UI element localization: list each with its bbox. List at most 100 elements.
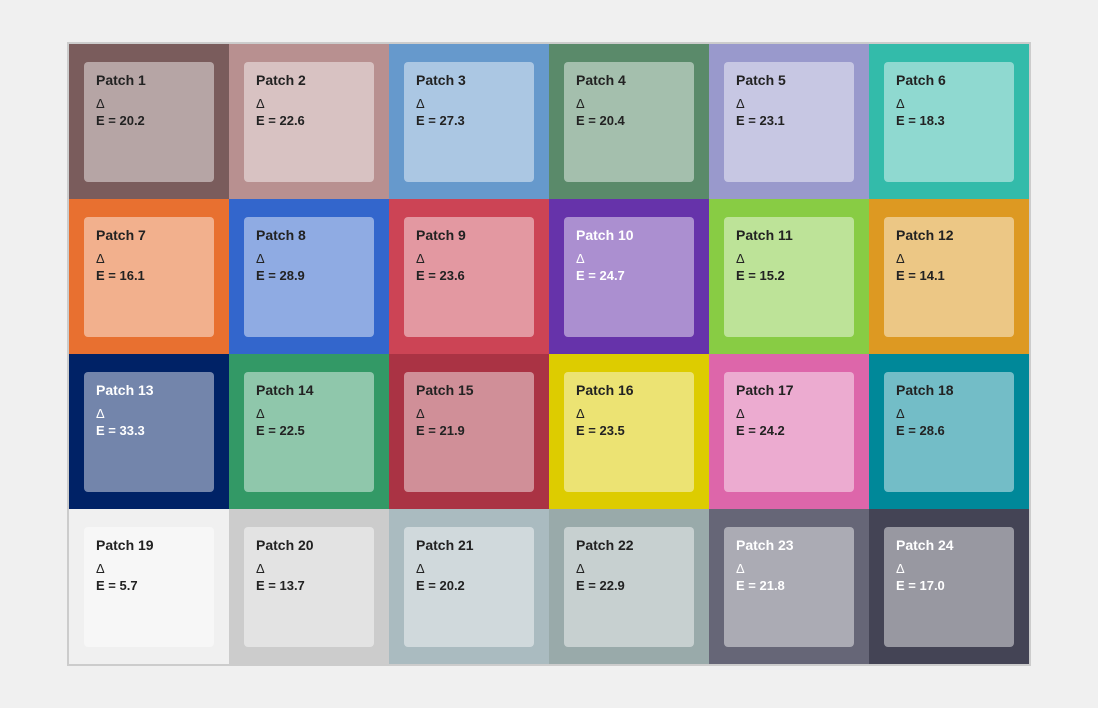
- patch-cell-10: Patch 10ΔE = 24.7: [549, 199, 709, 354]
- patch-card-13: Patch 13 Δ E = 33.3: [84, 372, 214, 492]
- patch-delta-2: Δ: [256, 96, 362, 111]
- patch-name-4: Patch 4: [576, 72, 682, 88]
- patch-name-13: Patch 13: [96, 382, 202, 398]
- patch-cell-13: Patch 13 Δ E = 33.3: [69, 354, 229, 509]
- patch-delta-14: Δ: [256, 406, 362, 421]
- patch-cell-2: Patch 2 Δ E = 22.6: [229, 44, 389, 199]
- patch-delta-22: Δ: [576, 561, 682, 576]
- patch-name-19: Patch 19: [96, 537, 202, 553]
- patch-name-17: Patch 17: [736, 382, 842, 398]
- patch-name-6: Patch 6: [896, 72, 1002, 88]
- patch-e-21: E = 20.2: [416, 578, 522, 593]
- patch-e-14: E = 22.5: [256, 423, 362, 438]
- patch-cell-17: Patch 17ΔE = 24.2: [709, 354, 869, 509]
- patch-delta-3: Δ: [416, 96, 522, 111]
- patch-cell-18: Patch 18ΔE = 28.6: [869, 354, 1029, 509]
- patch-name-18: Patch 18: [896, 382, 1002, 398]
- patch-card-4: Patch 4 Δ E = 20.4: [564, 62, 694, 182]
- patch-delta-21: Δ: [416, 561, 522, 576]
- patch-name-7: Patch 7: [96, 227, 202, 243]
- patch-e-3: E = 27.3: [416, 113, 522, 128]
- patch-card-15: Patch 15 Δ E = 21.9: [404, 372, 534, 492]
- patch-delta-18: Δ: [896, 406, 1002, 421]
- patch-card-17: Patch 17ΔE = 24.2: [724, 372, 854, 492]
- patch-grid: Patch 1ΔE = 20.2Patch 2ΔE = 22.6Patch 3Δ…: [67, 42, 1031, 666]
- patch-cell-8: Patch 8ΔE = 28.9: [229, 199, 389, 354]
- patch-delta-5: Δ: [736, 96, 842, 111]
- patch-cell-5: Patch 5 Δ E = 23.1: [709, 44, 869, 199]
- patch-card-2: Patch 2 Δ E = 22.6: [244, 62, 374, 182]
- patch-cell-11: Patch 11 Δ E = 15.2: [709, 199, 869, 354]
- patch-delta-23: Δ: [736, 561, 842, 576]
- patch-e-1: E = 20.2: [96, 113, 202, 128]
- patch-name-10: Patch 10: [576, 227, 682, 243]
- patch-card-6: Patch 6ΔE = 18.3: [884, 62, 1014, 182]
- patch-cell-16: Patch 16 Δ E = 23.5: [549, 354, 709, 509]
- patch-name-11: Patch 11: [736, 227, 842, 243]
- patch-card-10: Patch 10ΔE = 24.7: [564, 217, 694, 337]
- patch-e-4: E = 20.4: [576, 113, 682, 128]
- patch-delta-1: Δ: [96, 96, 202, 111]
- patch-delta-6: Δ: [896, 96, 1002, 111]
- patch-card-24: Patch 24 Δ E = 17.0: [884, 527, 1014, 647]
- patch-delta-8: Δ: [256, 251, 362, 266]
- patch-delta-13: Δ: [96, 406, 202, 421]
- patch-e-11: E = 15.2: [736, 268, 842, 283]
- patch-cell-22: Patch 22 Δ E = 22.9: [549, 509, 709, 664]
- patch-cell-23: Patch 23ΔE = 21.8: [709, 509, 869, 664]
- patch-card-20: Patch 20ΔE = 13.7: [244, 527, 374, 647]
- patch-card-11: Patch 11 Δ E = 15.2: [724, 217, 854, 337]
- patch-card-9: Patch 9ΔE = 23.6: [404, 217, 534, 337]
- patch-name-20: Patch 20: [256, 537, 362, 553]
- patch-e-12: E = 14.1: [896, 268, 1002, 283]
- patch-name-2: Patch 2: [256, 72, 362, 88]
- patch-card-12: Patch 12ΔE = 14.1: [884, 217, 1014, 337]
- patch-name-21: Patch 21: [416, 537, 522, 553]
- patch-name-5: Patch 5: [736, 72, 842, 88]
- patch-e-20: E = 13.7: [256, 578, 362, 593]
- patch-e-22: E = 22.9: [576, 578, 682, 593]
- patch-e-10: E = 24.7: [576, 268, 682, 283]
- patch-name-24: Patch 24: [896, 537, 1002, 553]
- patch-card-5: Patch 5 Δ E = 23.1: [724, 62, 854, 182]
- patch-cell-1: Patch 1ΔE = 20.2: [69, 44, 229, 199]
- patch-cell-4: Patch 4 Δ E = 20.4: [549, 44, 709, 199]
- patch-delta-24: Δ: [896, 561, 1002, 576]
- patch-card-21: Patch 21 Δ E = 20.2: [404, 527, 534, 647]
- patch-delta-15: Δ: [416, 406, 522, 421]
- patch-cell-6: Patch 6ΔE = 18.3: [869, 44, 1029, 199]
- patch-name-9: Patch 9: [416, 227, 522, 243]
- patch-cell-3: Patch 3ΔE = 27.3: [389, 44, 549, 199]
- patch-card-19: Patch 19ΔE = 5.7: [84, 527, 214, 647]
- patch-name-14: Patch 14: [256, 382, 362, 398]
- patch-card-16: Patch 16 Δ E = 23.5: [564, 372, 694, 492]
- patch-delta-12: Δ: [896, 251, 1002, 266]
- patch-delta-11: Δ: [736, 251, 842, 266]
- patch-cell-21: Patch 21 Δ E = 20.2: [389, 509, 549, 664]
- patch-e-5: E = 23.1: [736, 113, 842, 128]
- patch-delta-4: Δ: [576, 96, 682, 111]
- patch-cell-19: Patch 19ΔE = 5.7: [69, 509, 229, 664]
- patch-cell-9: Patch 9ΔE = 23.6: [389, 199, 549, 354]
- patch-card-7: Patch 7ΔE = 16.1: [84, 217, 214, 337]
- patch-e-16: E = 23.5: [576, 423, 682, 438]
- patch-e-9: E = 23.6: [416, 268, 522, 283]
- patch-e-24: E = 17.0: [896, 578, 1002, 593]
- patch-card-14: Patch 14 Δ E = 22.5: [244, 372, 374, 492]
- patch-card-23: Patch 23ΔE = 21.8: [724, 527, 854, 647]
- patch-e-13: E = 33.3: [96, 423, 202, 438]
- patch-e-8: E = 28.9: [256, 268, 362, 283]
- patch-name-23: Patch 23: [736, 537, 842, 553]
- patch-e-15: E = 21.9: [416, 423, 522, 438]
- patch-cell-14: Patch 14 Δ E = 22.5: [229, 354, 389, 509]
- patch-e-19: E = 5.7: [96, 578, 202, 593]
- patch-name-15: Patch 15: [416, 382, 522, 398]
- patch-cell-12: Patch 12ΔE = 14.1: [869, 199, 1029, 354]
- patch-cell-20: Patch 20ΔE = 13.7: [229, 509, 389, 664]
- patch-card-8: Patch 8ΔE = 28.9: [244, 217, 374, 337]
- patch-name-22: Patch 22: [576, 537, 682, 553]
- patch-name-16: Patch 16: [576, 382, 682, 398]
- patch-e-2: E = 22.6: [256, 113, 362, 128]
- patch-e-7: E = 16.1: [96, 268, 202, 283]
- patch-delta-16: Δ: [576, 406, 682, 421]
